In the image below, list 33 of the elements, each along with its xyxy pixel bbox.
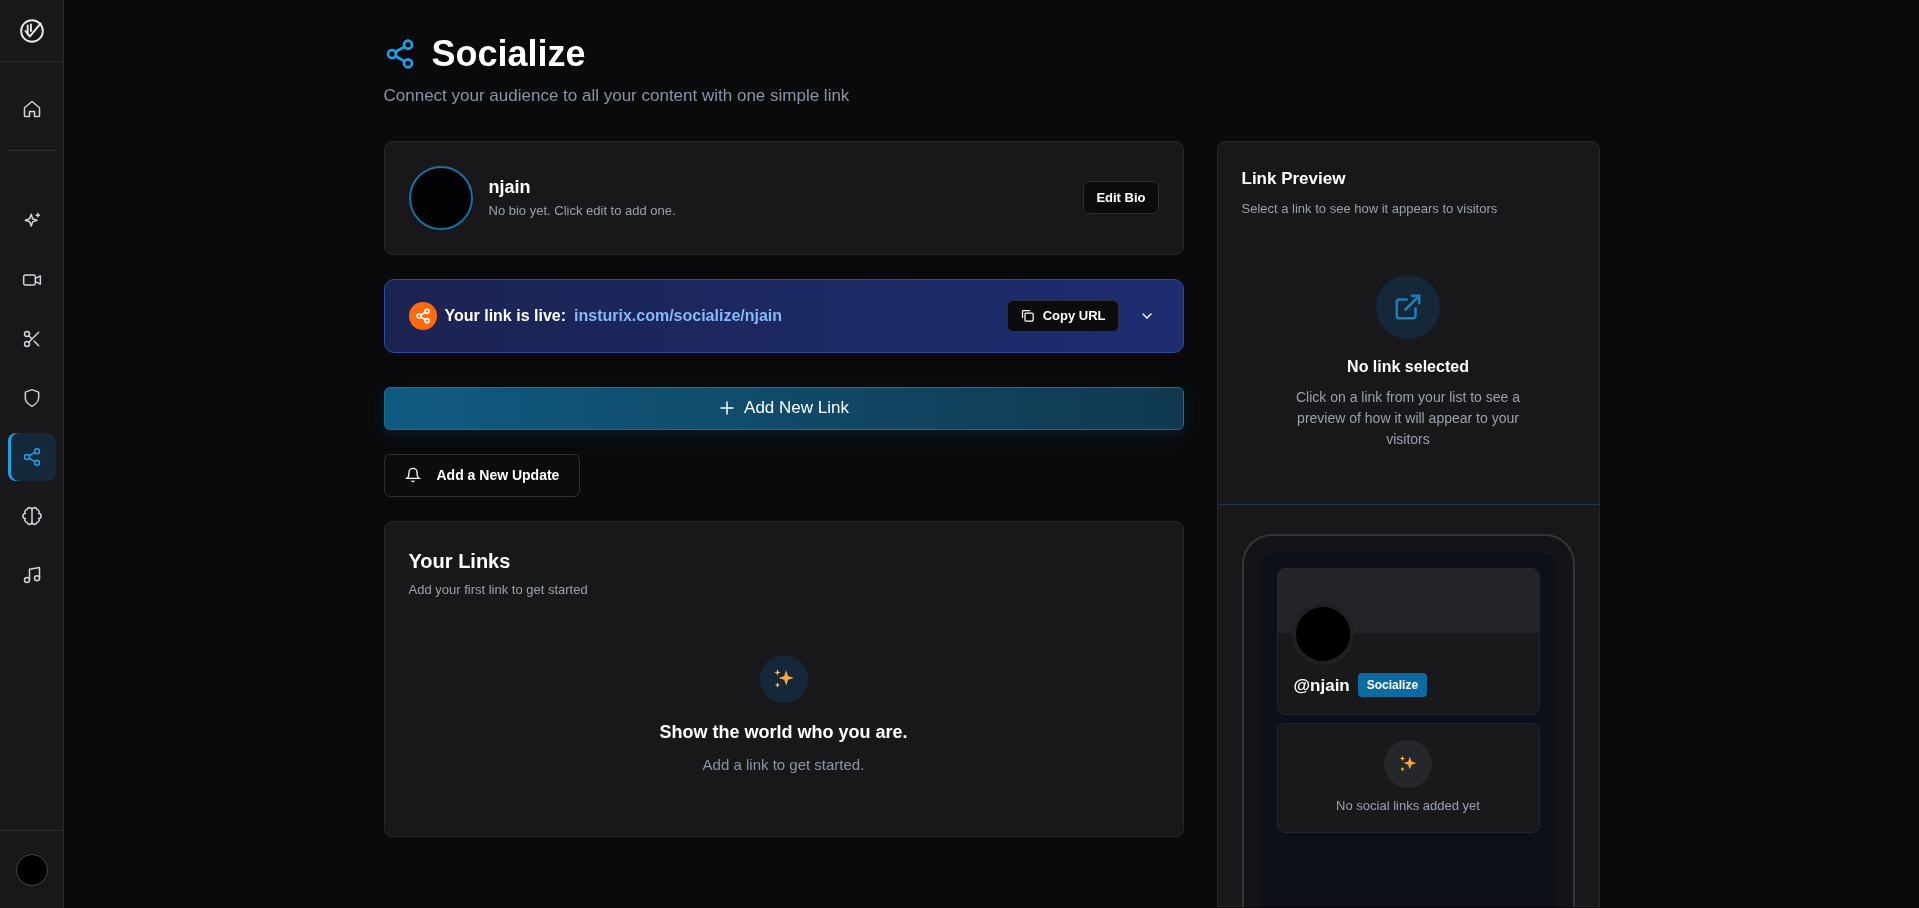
music-note-icon: [21, 565, 42, 585]
section-title: Your Links: [408, 548, 512, 574]
sparkles-icon: [1384, 740, 1432, 789]
page-subtitle: Connect your audience to all your content with one simple link: [383, 85, 851, 108]
copy-icon: [1019, 308, 1035, 324]
scissors-icon: [21, 329, 42, 349]
panel-title: Link Preview: [1241, 167, 1347, 190]
tag: Socialize: [1357, 673, 1428, 698]
add-update-button[interactable]: Add a New Update: [383, 453, 581, 497]
bell-icon: [404, 467, 421, 484]
edit-bio-button[interactable]: Edit Bio: [1083, 180, 1159, 215]
profile-bio: No bio yet. Click edit to add one.: [488, 202, 677, 221]
page-title: Socialize: [431, 32, 586, 76]
share-icon: [21, 447, 42, 467]
empty-state-text: Click on a link from your list to see a preview of how it will appear to your visitors: [1294, 387, 1522, 449]
plus-icon: [718, 399, 737, 418]
add-new-link-button[interactable]: Add New Link: [383, 386, 1184, 430]
section-subtitle: Add your first link to get started: [408, 580, 588, 599]
empty-state-text: No social links added yet: [1336, 797, 1480, 816]
empty-state-title: Show the world who you are.: [659, 721, 908, 745]
panel-subtitle: Select a link to see how it appears to visitors: [1241, 200, 1499, 219]
share-icon: [408, 301, 437, 330]
logo-icon: [18, 17, 45, 44]
empty-state-text: Add a link to get started.: [702, 755, 865, 776]
empty-state-title: No link selected: [1347, 356, 1469, 377]
profile-handle: @njain: [1293, 674, 1350, 697]
live-link-label: Your link is live:: [444, 305, 566, 326]
home-icon: [21, 99, 42, 119]
brain-icon: [21, 506, 42, 526]
sidebar-item[interactable]: [7, 433, 56, 481]
copy-url-button[interactable]: Copy URL: [1006, 299, 1119, 332]
profile-name: njain: [488, 176, 532, 200]
live-link-url[interactable]: insturix.com/socialize/njain: [574, 303, 783, 328]
